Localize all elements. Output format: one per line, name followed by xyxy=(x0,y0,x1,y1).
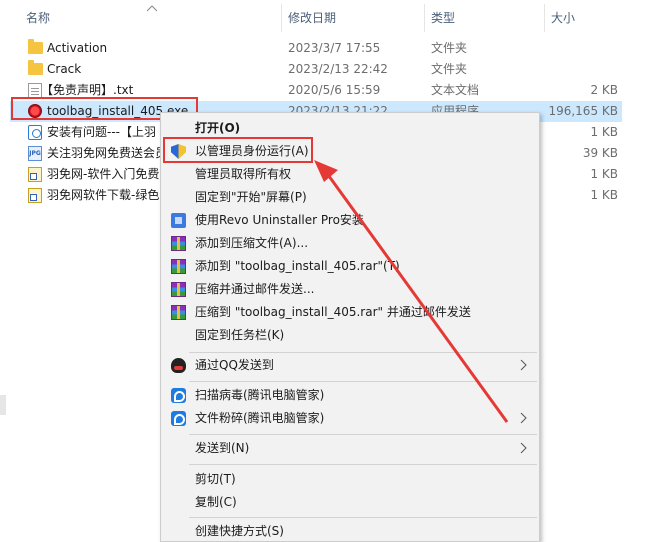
menu-separator xyxy=(189,464,537,465)
menu-item-open[interactable]: 打开(O) xyxy=(161,117,539,139)
menu-item-label: 管理员取得所有权 xyxy=(195,167,292,181)
menu-item-scan-virus[interactable]: 扫描病毒(腾讯电脑管家) xyxy=(161,384,539,406)
winrar-icon xyxy=(171,236,186,251)
file-size: 1 KB xyxy=(590,167,618,181)
menu-item-send-qq[interactable]: 通过QQ发送到 xyxy=(161,354,539,376)
shortcut-icon xyxy=(28,188,42,203)
menu-item-add-rar[interactable]: 添加到 "toolbag_install_405.rar"(T) xyxy=(161,255,539,277)
menu-item-pin-taskbar[interactable]: 固定到任务栏(K) xyxy=(161,324,539,346)
menu-item-create-shortcut[interactable]: 创建快捷方式(S) xyxy=(161,520,539,542)
file-size: 2 KB xyxy=(590,83,618,97)
tencent-manager-icon xyxy=(171,388,186,403)
menu-separator xyxy=(189,352,537,353)
file-type: 文本文档 xyxy=(431,83,480,97)
file-name: 安装有问题---【上羽 xyxy=(47,125,156,139)
menu-item-add-archive[interactable]: 添加到压缩文件(A)... xyxy=(161,232,539,254)
column-name-header[interactable]: 名称 xyxy=(20,0,50,36)
winrar-icon xyxy=(171,305,186,320)
file-name: 关注羽免网免费送会员 xyxy=(47,146,168,160)
file-size: 196,165 KB xyxy=(548,104,618,118)
menu-item-label: 发送到(N) xyxy=(195,441,250,455)
menu-separator xyxy=(189,517,537,518)
menu-item-cut[interactable]: 剪切(T) xyxy=(161,468,539,490)
menu-item-label: 添加到压缩文件(A)... xyxy=(195,236,309,250)
menu-item-label: 压缩到 "toolbag_install_405.rar" 并通过邮件发送 xyxy=(195,305,471,319)
sort-ascending-icon xyxy=(146,5,158,12)
menu-item-label: 使用Revo Uninstaller Pro安装 xyxy=(195,213,364,227)
file-name: 羽免网软件下载-绿色 xyxy=(47,188,160,202)
folder-icon xyxy=(28,39,43,54)
folder-icon xyxy=(28,60,43,75)
menu-separator xyxy=(189,381,537,382)
context-menu: 打开(O) 以管理员身份运行(A) 管理员取得所有权 固定到"开始"屏幕(P) … xyxy=(160,112,540,542)
url-icon xyxy=(28,125,42,140)
winrar-icon xyxy=(171,282,186,297)
menu-item-label: 文件粉碎(腾讯电脑管家) xyxy=(195,411,325,425)
menu-item-label: 打开(O) xyxy=(195,121,241,135)
chevron-right-icon xyxy=(520,442,527,454)
file-date: 2020/5/6 15:59 xyxy=(288,83,381,97)
menu-item-pin-start[interactable]: 固定到"开始"屏幕(P) xyxy=(161,186,539,208)
chevron-right-icon xyxy=(520,412,527,424)
scroll-edge xyxy=(0,395,6,415)
column-date-header[interactable]: 修改日期 xyxy=(282,0,336,36)
file-row[interactable]: Activation 2023/3/7 17:55 文件夹 xyxy=(10,38,622,59)
chevron-right-icon xyxy=(520,359,527,371)
menu-item-label: 创建快捷方式(S) xyxy=(195,524,284,538)
menu-item-label: 扫描病毒(腾讯电脑管家) xyxy=(195,388,325,402)
file-size: 39 KB xyxy=(582,146,618,160)
menu-item-label: 复制(C) xyxy=(195,495,237,509)
menu-item-label: 固定到任务栏(K) xyxy=(195,328,285,342)
menu-item-label: 添加到 "toolbag_install_405.rar"(T) xyxy=(195,259,400,273)
menu-item-compress-email[interactable]: 压缩并通过邮件发送... xyxy=(161,278,539,300)
column-header: 名称 修改日期 类型 大小 xyxy=(0,0,655,36)
file-name: Crack xyxy=(47,62,82,76)
file-type: 文件夹 xyxy=(431,62,468,76)
file-date: 2023/2/13 22:42 xyxy=(288,62,388,76)
menu-item-send-to[interactable]: 发送到(N) xyxy=(161,437,539,459)
file-name: Activation xyxy=(47,41,108,55)
menu-item-label: 固定到"开始"屏幕(P) xyxy=(195,190,307,204)
file-date: 2023/3/7 17:55 xyxy=(288,41,381,55)
file-row[interactable]: Crack 2023/2/13 22:42 文件夹 xyxy=(10,59,622,80)
file-size: 1 KB xyxy=(590,125,618,139)
file-type: 文件夹 xyxy=(431,41,468,55)
menu-item-copy[interactable]: 复制(C) xyxy=(161,491,539,513)
menu-item-label: 通过QQ发送到 xyxy=(195,358,274,372)
menu-item-label: 剪切(T) xyxy=(195,472,236,486)
column-type-header[interactable]: 类型 xyxy=(425,0,455,36)
highlight-box xyxy=(163,137,313,163)
text-file-icon xyxy=(28,83,42,98)
menu-item-label: 压缩并通过邮件发送... xyxy=(195,282,315,296)
menu-item-take-ownership[interactable]: 管理员取得所有权 xyxy=(161,163,539,185)
file-size: 1 KB xyxy=(590,188,618,202)
file-name: 羽免网-软件入门免费 xyxy=(47,167,160,181)
qq-penguin-icon xyxy=(171,358,186,373)
shortcut-icon xyxy=(28,167,42,182)
menu-item-shred[interactable]: 文件粉碎(腾讯电脑管家) xyxy=(161,407,539,429)
menu-separator xyxy=(189,434,537,435)
revo-uninstaller-icon xyxy=(171,213,186,228)
tencent-manager-icon xyxy=(171,411,186,426)
jpg-icon: JPG xyxy=(28,146,42,161)
menu-item-revo-install[interactable]: 使用Revo Uninstaller Pro安装 xyxy=(161,209,539,231)
winrar-icon xyxy=(171,259,186,274)
column-size-header[interactable]: 大小 xyxy=(545,0,575,36)
menu-item-compress-rar-email[interactable]: 压缩到 "toolbag_install_405.rar" 并通过邮件发送 xyxy=(161,301,539,323)
